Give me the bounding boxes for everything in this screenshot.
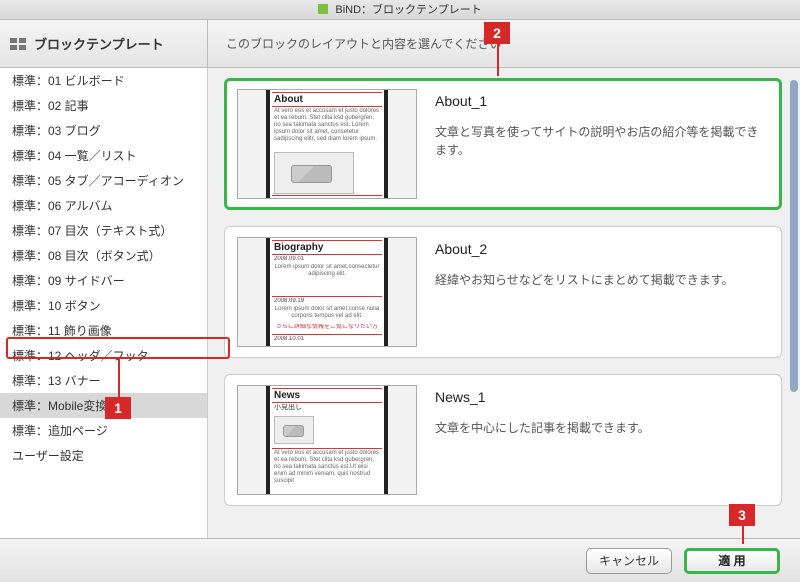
template-desc: 文章と写真を使ってサイトの説明やお店の紹介等を掲載できます。 <box>435 123 769 159</box>
template-card-about-2[interactable]: Biography 2008.09.01 Lorem ipsum dolor s… <box>224 226 782 358</box>
template-card-about-1[interactable]: About At vero eos et accusam et justo do… <box>224 78 782 210</box>
thumb-lorem: Lorem ipsum dolor sit amet,conse nulla c… <box>274 306 380 324</box>
window-titlebar: BiND：ブロックテンプレート <box>0 0 800 20</box>
template-card-body: About_2 経緯やお知らせなどをリストにまとめて掲載できます。 <box>435 237 769 347</box>
sidebar-item[interactable]: 標準：04 一覧／リスト <box>0 143 207 168</box>
sidebar-item-label: 標準：03 ブログ <box>12 124 101 138</box>
thumb-title: News <box>274 390 300 401</box>
sidebar-item[interactable]: 標準：07 目次（テキスト式） <box>0 218 207 243</box>
header-section: ブロックテンプレート <box>0 20 208 67</box>
template-title: News_1 <box>435 389 769 405</box>
sidebar-item[interactable]: 標準：12 ヘッダ／フッタ <box>0 343 207 368</box>
sidebar-item-label: 標準：11 飾り画像 <box>12 324 112 338</box>
sidebar-item[interactable]: 標準：追加ページ <box>0 418 207 443</box>
sidebar-item[interactable]: 標準：06 アルバム <box>0 193 207 218</box>
template-title: About_1 <box>435 93 769 109</box>
sidebar-item[interactable]: 標準：11 飾り画像 <box>0 318 207 343</box>
thumb-lorem: Lorem ipsum dolor sit amet,consectetur a… <box>274 264 380 296</box>
sidebar-item[interactable]: 標準：10 ボタン <box>0 293 207 318</box>
sidebar-item-mobile[interactable]: 標準：Mobile変換 <box>0 393 207 418</box>
thumb-date: 2008.09.01 <box>274 256 304 263</box>
sidebar-item-label: 標準：13 バナー <box>12 374 101 388</box>
sidebar-item-label: 標準：12 ヘッダ／フッタ <box>12 349 149 363</box>
scrollbar[interactable] <box>790 80 798 526</box>
template-card-news-1[interactable]: News 小見出し At vero eos et accusam et just… <box>224 374 782 506</box>
footer: キャンセル 適 用 <box>0 538 800 582</box>
thumb-note: さらに詳細な情報をご覧になりたい方 <box>274 324 380 334</box>
template-desc: 文章を中心にした記事を掲載できます。 <box>435 419 769 437</box>
thumb-date: 2008.09.19 <box>274 298 304 305</box>
app-icon <box>318 4 328 14</box>
template-card-body: News_1 文章を中心にした記事を掲載できます。 <box>435 385 769 495</box>
template-desc: 経緯やお知らせなどをリストにまとめて掲載できます。 <box>435 271 769 289</box>
template-list[interactable]: About At vero eos et accusam et justo do… <box>208 68 800 538</box>
sidebar-item-label: 標準：08 目次（ボタン式） <box>12 249 161 263</box>
sidebar-item-label: 標準：07 目次（テキスト式） <box>12 224 172 238</box>
sidebar-item[interactable]: 標準：08 目次（ボタン式） <box>0 243 207 268</box>
thumb-image-placeholder <box>274 416 314 444</box>
thumb-lorem: At vero eos et accusam et justo dolores … <box>274 108 380 150</box>
scrollbar-thumb[interactable] <box>790 80 798 392</box>
sidebar-item-label: 標準：01 ビルボード <box>12 74 125 88</box>
grid-icon <box>10 38 26 50</box>
thumb-title: About <box>274 94 303 105</box>
template-thumbnail: Biography 2008.09.01 Lorem ipsum dolor s… <box>237 237 417 347</box>
template-thumbnail: About At vero eos et accusam et justo do… <box>237 89 417 199</box>
thumb-subtitle: 小見出し <box>274 404 380 411</box>
sidebar-item-label: 標準：09 サイドバー <box>12 274 125 288</box>
sidebar-item-label: 標準：Mobile変換 <box>12 399 107 413</box>
sidebar-item-label: 標準：02 記事 <box>12 99 89 113</box>
sidebar-item[interactable]: 標準：13 バナー <box>0 368 207 393</box>
content: 標準：01 ビルボード 標準：02 記事 標準：03 ブログ 標準：04 一覧／… <box>0 68 800 538</box>
sidebar-item-label: 標準：追加ページ <box>12 424 108 438</box>
sidebar-item-label: 標準：05 タブ／アコーディオン <box>12 174 184 188</box>
sidebar-item[interactable]: 標準：01 ビルボード <box>0 68 207 93</box>
sidebar-item-label: 標準：10 ボタン <box>12 299 101 313</box>
sidebar-item[interactable]: 標準：05 タブ／アコーディオン <box>0 168 207 193</box>
window-title: BiND：ブロックテンプレート <box>335 4 481 16</box>
sidebar-item[interactable]: 標準：03 ブログ <box>0 118 207 143</box>
thumb-date: 2008.10.01 <box>274 336 304 343</box>
thumb-image-placeholder <box>274 152 354 194</box>
sidebar-item-label: ユーザー設定 <box>12 449 84 463</box>
template-title: About_2 <box>435 241 769 257</box>
header: ブロックテンプレート このブロックのレイアウトと内容を選んでください <box>0 20 800 68</box>
section-title: ブロックテンプレート <box>34 34 164 53</box>
cancel-button[interactable]: キャンセル <box>586 548 672 574</box>
thumb-lorem: At vero eos et accusam et justo dolores … <box>274 450 380 490</box>
thumb-title: Biography <box>274 242 323 253</box>
header-subtitle-area: このブロックのレイアウトと内容を選んでください <box>208 20 800 67</box>
sidebar-item[interactable]: ユーザー設定 <box>0 443 207 468</box>
template-card-body: About_1 文章と写真を使ってサイトの説明やお店の紹介等を掲載できます。 <box>435 89 769 199</box>
sidebar-item[interactable]: 標準：09 サイドバー <box>0 268 207 293</box>
template-thumbnail: News 小見出し At vero eos et accusam et just… <box>237 385 417 495</box>
apply-button[interactable]: 適 用 <box>684 548 780 574</box>
sidebar-item[interactable]: 標準：02 記事 <box>0 93 207 118</box>
sidebar-item-label: 標準：06 アルバム <box>12 199 113 213</box>
header-subtitle: このブロックのレイアウトと内容を選んでください <box>226 35 501 52</box>
sidebar-item-label: 標準：04 一覧／リスト <box>12 149 137 163</box>
sidebar[interactable]: 標準：01 ビルボード 標準：02 記事 標準：03 ブログ 標準：04 一覧／… <box>0 68 208 538</box>
